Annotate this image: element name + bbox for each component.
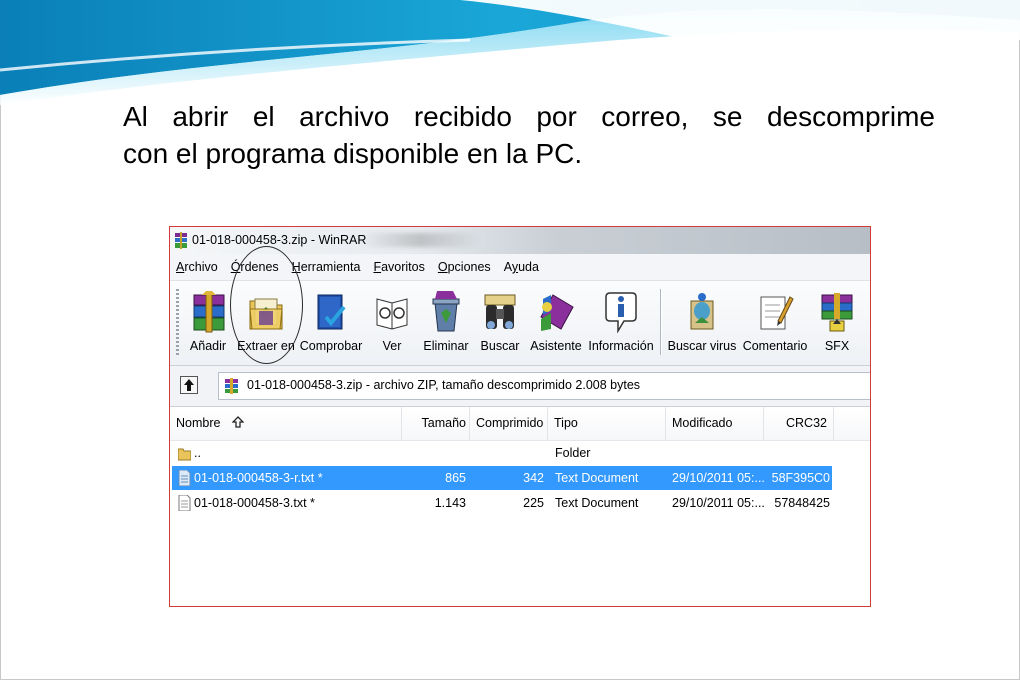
- menu-opciones[interactable]: Opciones: [438, 254, 491, 280]
- sfx-button[interactable]: SFX: [812, 281, 862, 365]
- slide-caption: Al abrir el archivo recibido por correo,…: [123, 98, 935, 172]
- column-type[interactable]: Tipo: [548, 407, 666, 440]
- header-wave-graphic: [0, 0, 1020, 106]
- address-field[interactable]: 01-018-000458-3.zip - archivo ZIP, tamañ…: [218, 372, 870, 400]
- column-name[interactable]: Nombre: [170, 407, 402, 440]
- column-packed-label: Comprimido: [476, 416, 544, 430]
- add-books-icon: [193, 291, 225, 333]
- view-button[interactable]: Ver: [366, 281, 418, 365]
- menu-ayuda[interactable]: Ayuda: [504, 254, 539, 280]
- folder-icon: [178, 448, 191, 461]
- text-file-icon: [178, 495, 191, 511]
- list-item-parent-folder[interactable]: .. Folder: [172, 441, 832, 465]
- sfx-label: SFX: [824, 339, 850, 353]
- menu-favoritos[interactable]: Favoritos: [373, 254, 424, 280]
- delete-label: Eliminar: [423, 339, 469, 353]
- file-packed: 225: [523, 496, 544, 510]
- menu-archivo[interactable]: Archivo: [176, 254, 218, 280]
- highlight-circle-annotation: [230, 246, 303, 364]
- file-type: Text Document: [555, 496, 639, 510]
- file-size: 865: [445, 471, 466, 485]
- column-type-label: Tipo: [554, 416, 578, 430]
- delete-button[interactable]: Eliminar: [420, 281, 472, 365]
- delete-recycle-icon: [432, 291, 460, 332]
- file-crc: 57848425: [774, 496, 830, 510]
- file-modified: 29/10/2011 05:...: [672, 471, 765, 485]
- comment-icon: [760, 296, 794, 330]
- info-icon: [605, 292, 637, 333]
- virus-scan-button[interactable]: Buscar virus: [666, 281, 738, 365]
- text-file-icon: [178, 470, 191, 486]
- list-item-selected[interactable]: 01-018-000458-3-r.txt * 865 342 Text Doc…: [172, 466, 832, 490]
- file-type: Folder: [555, 446, 591, 460]
- file-modified: 29/10/2011 05:...: [672, 496, 765, 510]
- file-name: ..: [194, 446, 201, 460]
- column-crc[interactable]: CRC32: [764, 407, 834, 440]
- up-folder-button[interactable]: [180, 376, 198, 394]
- view-label: Ver: [382, 339, 402, 353]
- wizard-icon: [540, 294, 574, 331]
- find-label: Buscar: [480, 339, 520, 353]
- toolbar-grip[interactable]: [176, 289, 179, 355]
- file-list-header: Nombre Tamaño Comprimido Tipo Modificado…: [170, 407, 870, 441]
- file-packed: 342: [523, 471, 544, 485]
- column-modified-label: Modificado: [672, 416, 733, 430]
- add-button[interactable]: Añadir: [182, 281, 234, 365]
- test-label: Comprobar: [299, 339, 363, 353]
- address-text: 01-018-000458-3.zip - archivo ZIP, tamañ…: [247, 378, 641, 392]
- wizard-label: Asistente: [530, 339, 582, 353]
- wizard-button[interactable]: Asistente: [528, 281, 584, 365]
- file-name: 01-018-000458-3-r.txt *: [194, 471, 323, 485]
- find-button[interactable]: Buscar: [474, 281, 526, 365]
- test-book-icon: [317, 294, 346, 330]
- file-name: 01-018-000458-3.txt *: [194, 496, 315, 510]
- archive-icon: [225, 378, 238, 394]
- comment-label: Comentario: [742, 339, 808, 353]
- sfx-icon: [821, 293, 853, 332]
- menu-herramienta[interactable]: Herramienta: [292, 254, 361, 280]
- caption-line-2: con el programa disponible en la PC.: [123, 138, 583, 169]
- winrar-app-icon: [175, 232, 187, 249]
- column-packed[interactable]: Comprimido: [470, 407, 548, 440]
- add-label: Añadir: [189, 339, 227, 353]
- column-size-label-box: Tamaño: [402, 407, 472, 440]
- virus-scan-icon: [690, 293, 714, 330]
- file-crc: 58F395C0: [771, 471, 830, 485]
- caption-line-1: Al abrir el archivo recibido por correo,…: [123, 101, 935, 132]
- address-bar: 01-018-000458-3.zip - archivo ZIP, tamañ…: [170, 366, 870, 407]
- toolbar-separator: [660, 289, 661, 355]
- file-size: 1.143: [434, 496, 466, 510]
- sort-up-arrow-icon: [231, 416, 245, 428]
- file-type: Text Document: [555, 471, 639, 485]
- info-label: Información: [588, 339, 654, 353]
- list-item[interactable]: 01-018-000458-3.txt * 1.143 225 Text Doc…: [172, 491, 832, 515]
- comment-button[interactable]: Comentario: [740, 281, 810, 365]
- up-arrow-icon: [184, 379, 194, 391]
- title-blur: [360, 233, 480, 247]
- info-button[interactable]: Información: [586, 281, 656, 365]
- column-crc-label: CRC32: [786, 416, 827, 430]
- binoculars-icon: [484, 294, 516, 329]
- virus-scan-label: Buscar virus: [667, 339, 737, 353]
- column-size-label: Tamaño: [421, 416, 466, 430]
- column-modified[interactable]: Modificado: [666, 407, 764, 440]
- test-button[interactable]: Comprobar: [298, 281, 364, 365]
- view-glasses-icon: [376, 298, 408, 330]
